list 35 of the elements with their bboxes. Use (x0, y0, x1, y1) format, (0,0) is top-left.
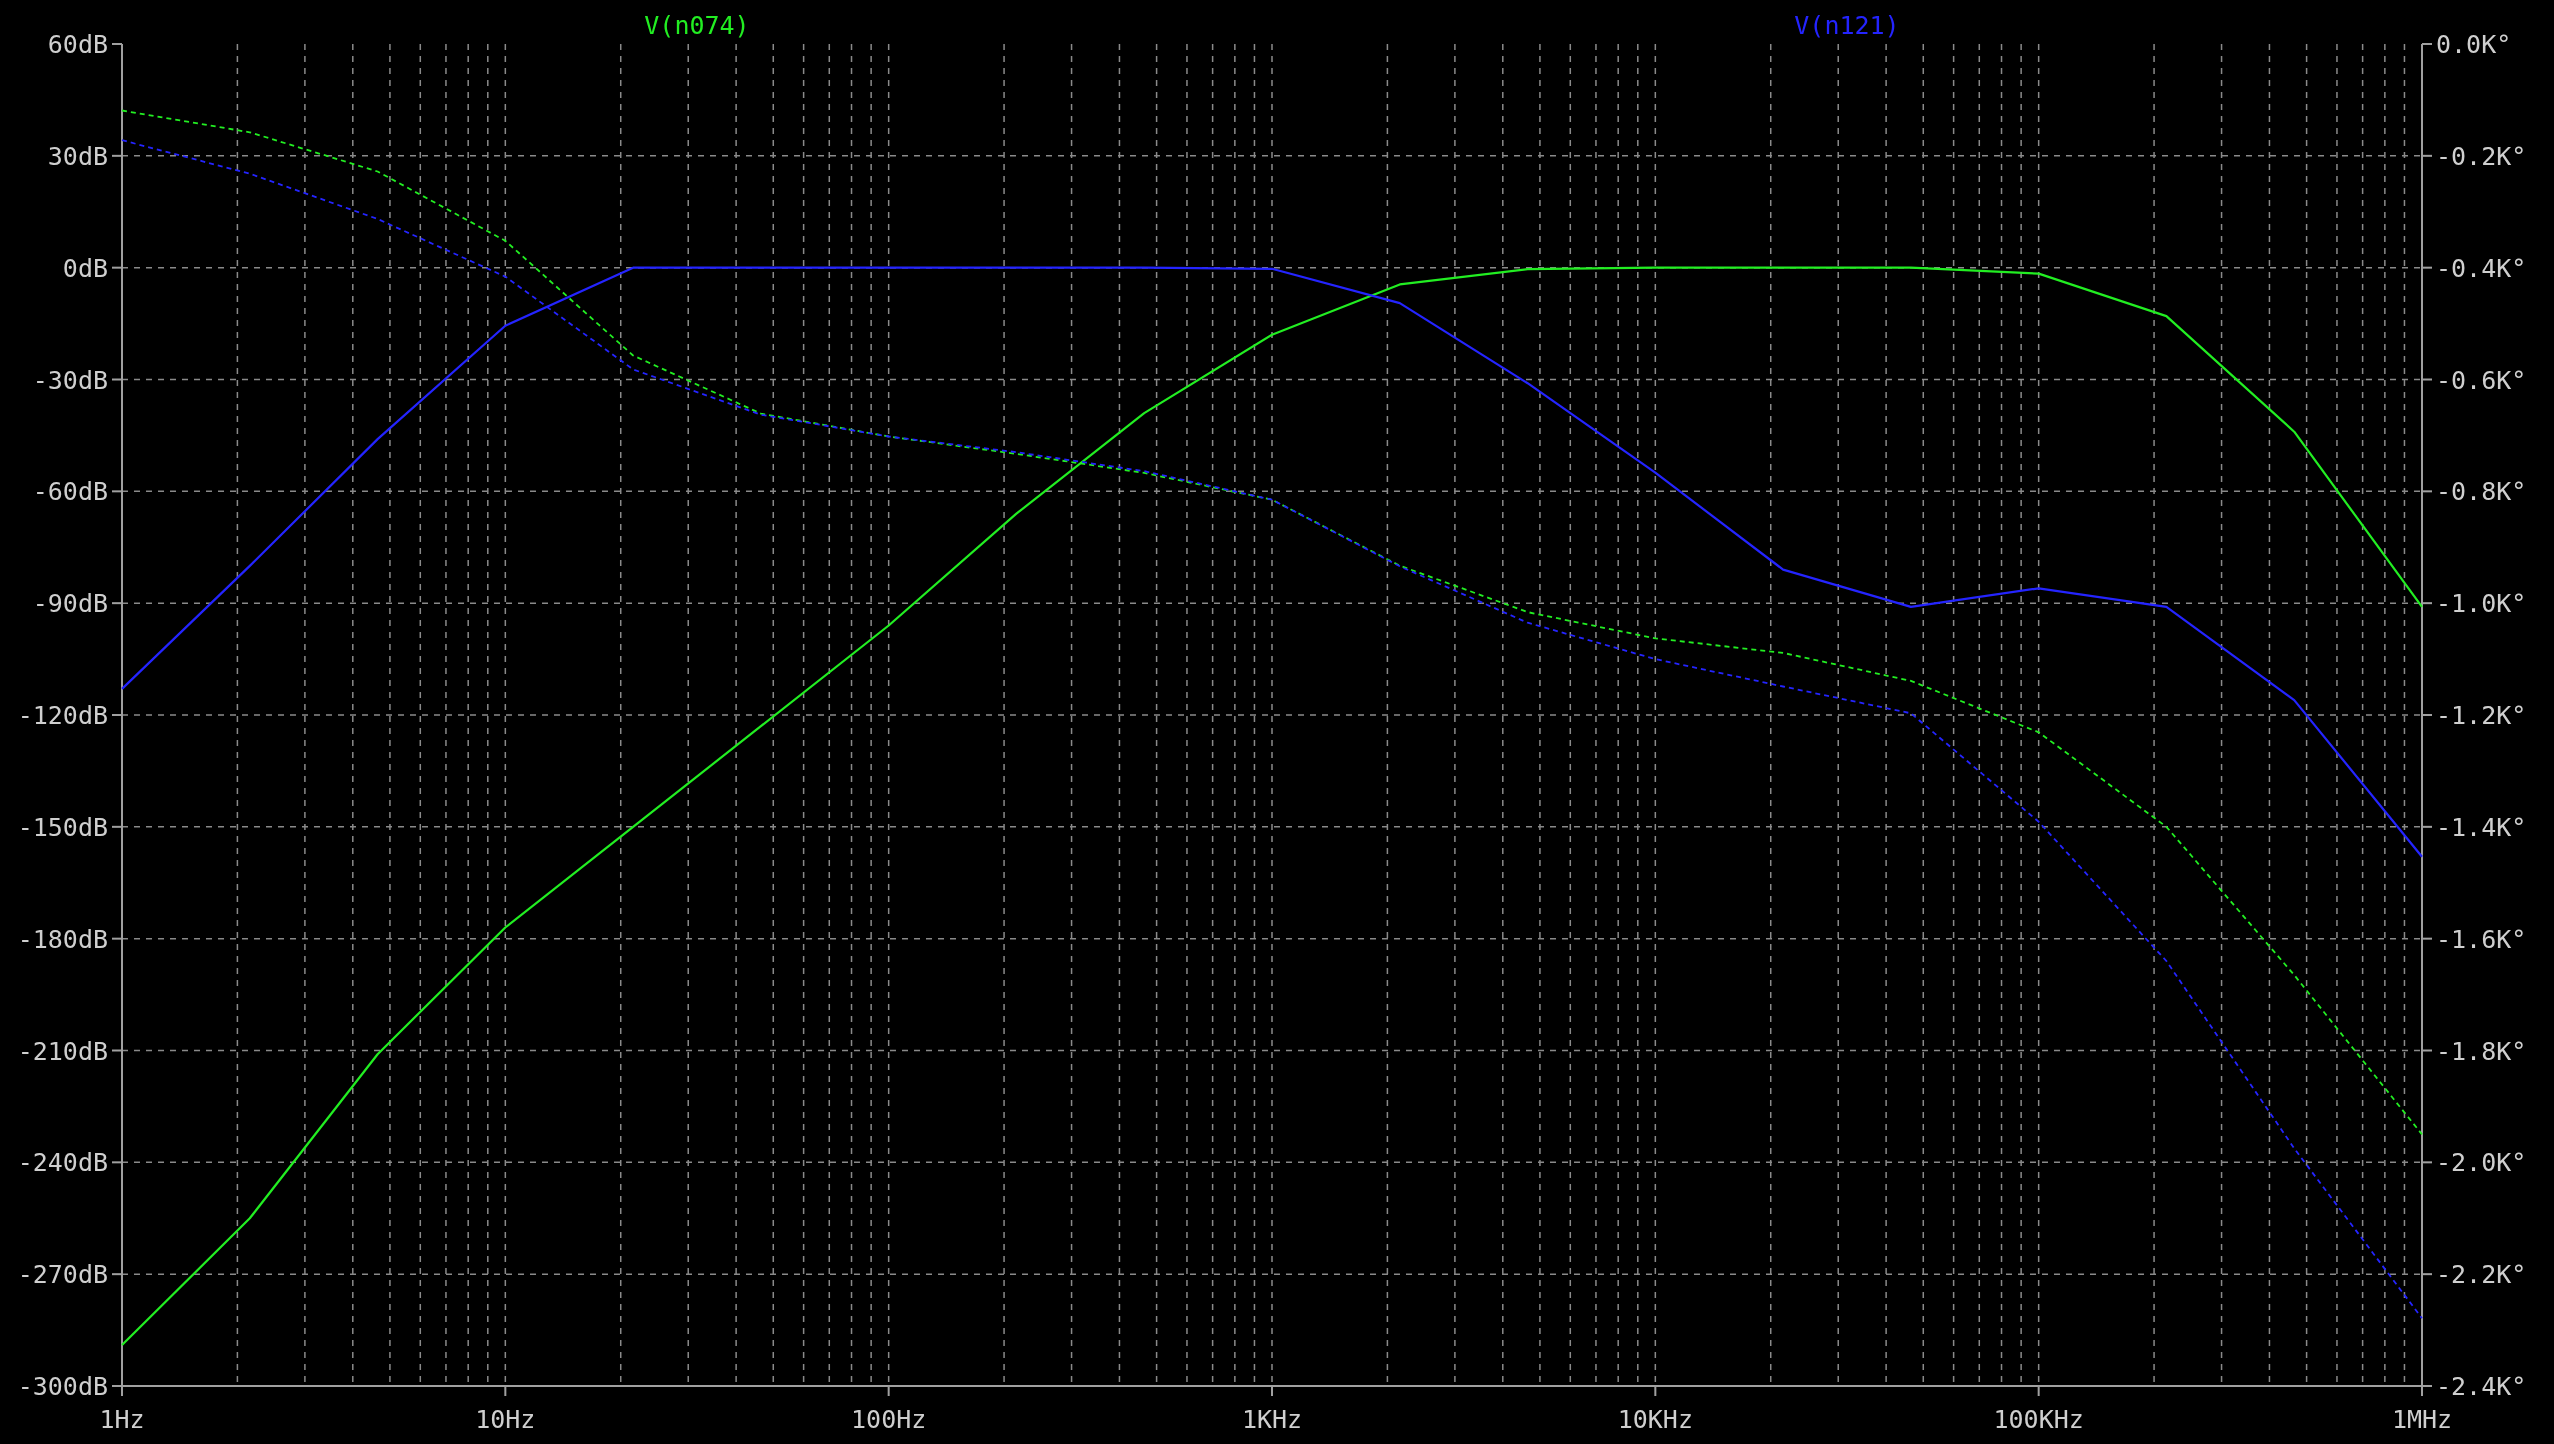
axis-tick-label: -180dB (17, 924, 108, 954)
axis-tick-label: 0dB (62, 253, 108, 283)
trace-name: V(n121) (1794, 11, 1900, 40)
axis-tick-label: -1.4K° (2436, 812, 2527, 842)
axis-tick-label: -2.0K° (2436, 1148, 2527, 1178)
axis-tick-label: 0.0K° (2436, 30, 2512, 59)
axis-tick-label: 30dB (47, 141, 108, 171)
trace-name: V(n074) (644, 11, 750, 40)
axis-tick-label: 100KHz (1993, 1405, 2084, 1434)
axis-tick-label: 10KHz (1617, 1405, 1693, 1434)
axis-tick-label: -0.2K° (2436, 141, 2527, 171)
axis-tick-label: -1.2K° (2436, 701, 2527, 730)
axis-tick-label: 100Hz (851, 1405, 927, 1434)
axis-tick-label: 1MHz (2391, 1405, 2453, 1434)
axis-tick-label: -60dB (32, 477, 108, 507)
axis-tick-label: -0.4K° (2436, 253, 2527, 283)
axis-tick-label: -270dB (17, 1260, 108, 1290)
axis-tick-label: -0.6K° (2436, 365, 2527, 395)
axis-tick-label: 60dB (47, 30, 108, 59)
axis-tick-label: 1KHz (1241, 1405, 1303, 1434)
axis-tick-label: -300dB (17, 1372, 108, 1401)
axis-tick-label: -2.4K° (2436, 1372, 2527, 1401)
axis-tick-label: -2.2K° (2436, 1260, 2527, 1290)
axis-tick-label: -1.6K° (2436, 924, 2527, 954)
axis-tick-label: -1.8K° (2436, 1036, 2527, 1066)
axis-tick-label: -90dB (32, 589, 108, 619)
axis-tick-label: -150dB (17, 812, 108, 842)
axis-tick-label: -30dB (32, 365, 108, 395)
axis-tick-label: -120dB (17, 701, 108, 730)
axis-tick-label: -240dB (17, 1148, 108, 1178)
axis-tick-label: 10Hz (475, 1405, 536, 1434)
axis-tick-label: 1Hz (99, 1405, 145, 1434)
axis-tick-label: -0.8K° (2436, 477, 2527, 507)
axis-tick-label: -210dB (17, 1036, 108, 1066)
axis-tick-label: -1.0K° (2436, 589, 2527, 619)
